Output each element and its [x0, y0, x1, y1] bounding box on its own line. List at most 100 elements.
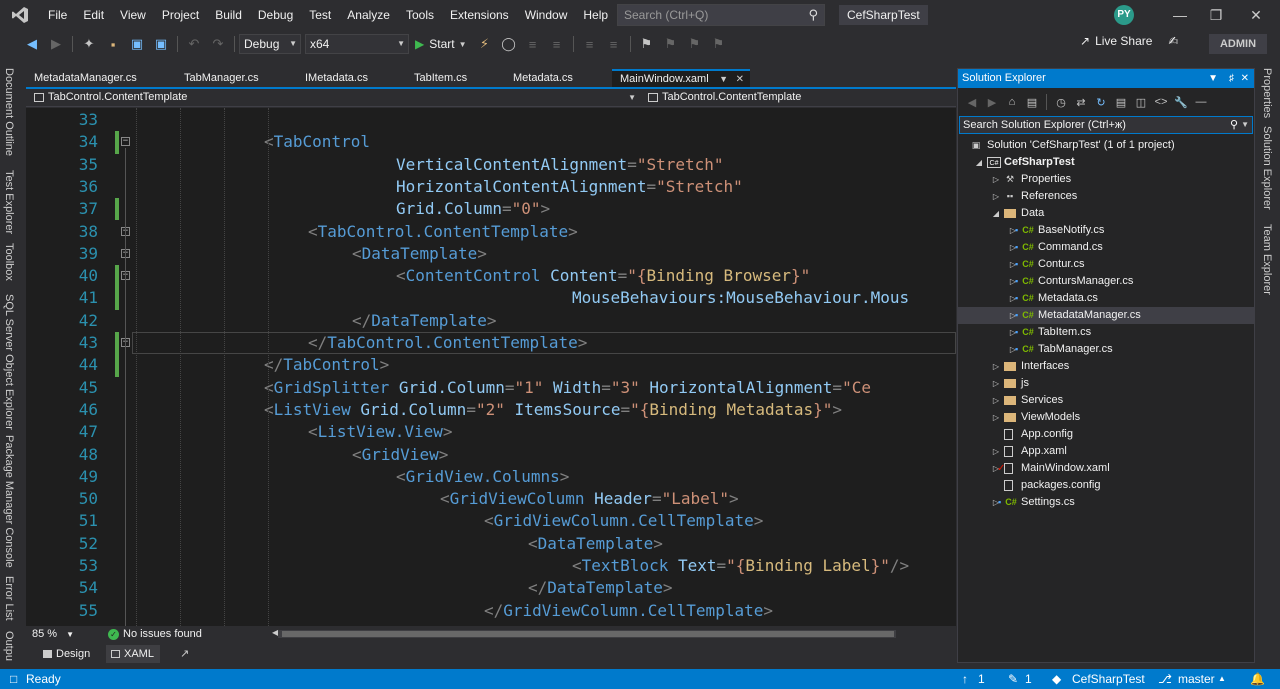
tool-tab-properties[interactable]: Properties — [1261, 68, 1273, 118]
horizontal-scrollbar[interactable] — [278, 630, 896, 638]
menu-test[interactable]: Test — [301, 0, 339, 30]
menu-extensions[interactable]: Extensions — [442, 0, 517, 30]
code-line[interactable]: <GridViewColumn.CellTemplate> — [132, 510, 763, 532]
prev-bookmark-icon[interactable]: ⚑ — [661, 34, 681, 54]
uncomment-icon[interactable]: ≡ — [604, 34, 624, 54]
clear-bookmarks-icon[interactable]: ⚑ — [709, 34, 729, 54]
branch-icon[interactable]: ⎇ — [1158, 672, 1172, 686]
repo-icon[interactable]: ◆ — [1052, 672, 1061, 686]
menu-analyze[interactable]: Analyze — [339, 0, 398, 30]
tree-item[interactable]: ▣ Solution 'CefSharpTest' (1 of 1 project… — [958, 137, 1254, 154]
scrollbar-thumb[interactable] — [282, 631, 894, 637]
tree-item[interactable]: ▷ ▪▪ References — [958, 188, 1254, 205]
menu-view[interactable]: View — [112, 0, 154, 30]
collapse-icon[interactable]: − — [121, 137, 130, 147]
tree-item[interactable]: App.config — [958, 426, 1254, 443]
hot-reload-icon[interactable]: ⚡ — [475, 34, 495, 54]
browser-link-icon[interactable]: ◯ — [499, 34, 519, 54]
close-icon[interactable]: ✕ — [1241, 69, 1249, 88]
tool-tab-output[interactable]: Outpu — [3, 631, 15, 661]
redo-icon[interactable]: ↷ — [208, 34, 228, 54]
tool-tab-package-manager-console[interactable]: Package Manager Console — [3, 435, 15, 568]
solution-explorer-search-input[interactable]: Search Solution Explorer (Ctrl+ж) ⚲ ▼ — [959, 116, 1253, 134]
pin-icon[interactable]: ▼ — [719, 71, 728, 88]
live-share-button[interactable]: ↗ Live Share ✍ — [1080, 34, 1179, 48]
collapse-all-icon[interactable]: ▤ — [1112, 92, 1130, 112]
code-line[interactable]: <GridView.Columns> — [132, 466, 569, 488]
tree-item[interactable]: packages.config — [958, 477, 1254, 494]
tree-item[interactable]: ▷ App.xaml — [958, 443, 1254, 460]
code-line[interactable]: <GridSplitter Grid.Column="1" Width="3" … — [132, 377, 871, 399]
tree-item[interactable]: ▷ Interfaces — [958, 358, 1254, 375]
properties-wrench-icon[interactable]: 🔧 — [1172, 92, 1190, 112]
pending-changes-icon[interactable]: ✎ — [1008, 672, 1018, 686]
unpushed-commits-count[interactable]: 1 — [978, 672, 985, 686]
branch-name[interactable]: master — [1178, 672, 1215, 686]
tree-item[interactable]: ◢ C# CefSharpTest — [958, 154, 1254, 171]
feedback-icon[interactable]: ✍ — [1168, 34, 1178, 48]
save-all-icon[interactable]: ▣ — [151, 34, 171, 54]
step-icon[interactable]: ≡ — [523, 34, 543, 54]
next-bookmark-icon[interactable]: ⚑ — [685, 34, 705, 54]
issues-indicator[interactable]: ✓ No issues found — [108, 628, 202, 640]
code-line[interactable]: <TextBlock Text="{Binding Label}"/> — [132, 555, 909, 577]
platform-select[interactable]: x64 ▼ — [305, 34, 409, 54]
back-icon[interactable]: ◀ — [963, 92, 981, 112]
tab-tabitem-cs[interactable]: TabItem.cs — [406, 69, 475, 88]
sync-icon[interactable]: ⇄ — [1072, 92, 1090, 112]
bookmark-icon[interactable]: ⚑ — [637, 34, 657, 54]
forward-icon[interactable]: ▶ — [46, 34, 66, 54]
collapsed-arrow-icon[interactable]: ▷ — [992, 358, 1000, 375]
tool-tab-sql-server-object-explorer[interactable]: SQL Server Object Explorer — [3, 294, 15, 430]
tree-item[interactable]: ▷ ▪ C# MetadataManager.cs — [958, 307, 1254, 324]
tree-item[interactable]: ▷ ⚒ Properties — [958, 171, 1254, 188]
tree-item[interactable]: ▷ ▪ C# Command.cs — [958, 239, 1254, 256]
chevron-down-icon[interactable]: ▼ — [1208, 69, 1218, 88]
tree-item[interactable]: ▷ ▪ C# TabItem.cs — [958, 324, 1254, 341]
tab-mainwindow-xaml[interactable]: MainWindow.xaml ▼ ✕ — [612, 69, 750, 88]
tool-tab-document-outline[interactable]: Document Outline — [3, 68, 15, 156]
code-line[interactable]: <ContentControl Content="{Binding Browse… — [132, 265, 810, 287]
collapsed-arrow-icon[interactable]: ▷ — [992, 392, 1000, 409]
avatar[interactable]: PY — [1114, 5, 1134, 25]
new-project-icon[interactable]: ✦ — [79, 34, 99, 54]
comment-icon[interactable]: ≡ — [580, 34, 600, 54]
forward-icon[interactable]: ▶ — [983, 92, 1001, 112]
configuration-select[interactable]: Debug ▼ — [239, 34, 301, 54]
tool-tab-toolbox[interactable]: Toolbox — [3, 243, 15, 281]
notifications-bell-icon[interactable]: 🔔 — [1250, 672, 1265, 686]
collapsed-arrow-icon[interactable]: ▷ — [992, 443, 1000, 460]
save-icon[interactable]: ▣ — [127, 34, 147, 54]
menu-edit[interactable]: Edit — [75, 0, 112, 30]
step-over-icon[interactable]: ≡ — [547, 34, 567, 54]
preview-icon[interactable]: — — [1192, 92, 1210, 112]
tab-xaml[interactable]: XAML — [106, 645, 160, 663]
code-line[interactable]: <GridViewColumn Header="Label"> — [132, 488, 739, 510]
tab-imetadata-cs[interactable]: IMetadata.cs — [297, 69, 376, 88]
chevron-up-icon[interactable]: ▲ — [1218, 674, 1226, 683]
home-icon[interactable]: ⌂ — [1003, 92, 1021, 112]
tool-tab-error-list[interactable]: Error List — [3, 576, 15, 621]
minimize-button[interactable]: — — [1160, 0, 1200, 30]
code-line[interactable]: <ListView Grid.Column="2" ItemsSource="{… — [132, 399, 842, 421]
tree-item[interactable]: ▷ ▪ C# ContursManager.cs — [958, 273, 1254, 290]
tree-item[interactable]: ▷ Services — [958, 392, 1254, 409]
collapsed-arrow-icon[interactable]: ▷ — [992, 409, 1000, 426]
menu-file[interactable]: File — [40, 0, 75, 30]
menu-help[interactable]: Help — [575, 0, 616, 30]
code-line[interactable]: </TabControl> — [132, 354, 389, 376]
code-line[interactable]: <TabControl — [132, 131, 370, 153]
tree-item[interactable]: ▷ ▪ C# Settings.cs — [958, 494, 1254, 511]
restore-button[interactable]: ❐ — [1196, 0, 1236, 30]
nav-scope-right-select[interactable]: TabControl.ContentTemplate — [642, 89, 954, 106]
undo-icon[interactable]: ↶ — [184, 34, 204, 54]
menu-tools[interactable]: Tools — [398, 0, 442, 30]
start-button[interactable]: ▶ Start ▼ — [409, 33, 473, 55]
view-code-icon[interactable]: <> — [1152, 92, 1170, 112]
tool-tab-team-explorer[interactable]: Team Explorer — [1261, 224, 1273, 295]
tree-item[interactable]: ▷ ✓ MainWindow.xaml — [958, 460, 1254, 477]
expanded-arrow-icon[interactable]: ◢ — [975, 154, 983, 171]
back-icon[interactable]: ◀ — [22, 34, 42, 54]
menu-window[interactable]: Window — [517, 0, 576, 30]
tree-item[interactable]: ▷ ▪ C# BaseNotify.cs — [958, 222, 1254, 239]
